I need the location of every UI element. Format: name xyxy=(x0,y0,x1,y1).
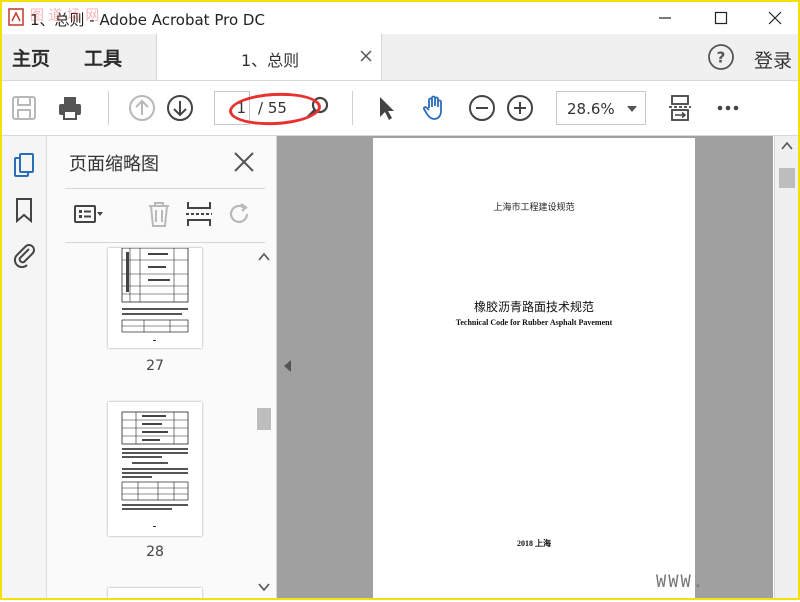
chevron-down-icon xyxy=(627,106,637,112)
page-thumbnail[interactable] xyxy=(108,588,202,598)
save-icon xyxy=(12,96,36,120)
toolbar-separator xyxy=(352,91,353,125)
rotate-page-icon[interactable] xyxy=(223,198,255,230)
arrow-up-icon xyxy=(129,95,155,121)
page-thumbnail-number: 27 xyxy=(146,358,164,374)
insert-page-icon[interactable] xyxy=(183,198,215,230)
hand-tool-button[interactable] xyxy=(418,92,450,124)
page-total: / 55 xyxy=(258,99,287,117)
save-button[interactable] xyxy=(8,92,40,124)
document-view[interactable]: 上海市工程建设规范 橡胶沥青路面技术规范 Technical Code for … xyxy=(277,136,773,598)
site-watermark-top: 图 道 场 网 xyxy=(30,8,100,24)
document-scrollbar-track xyxy=(779,141,795,188)
help-icon[interactable]: ? xyxy=(707,43,735,71)
arrow-down-icon xyxy=(167,95,193,121)
tab-document[interactable]: 1、总则 xyxy=(156,34,382,80)
print-button[interactable] xyxy=(54,92,86,124)
page-number-input[interactable] xyxy=(214,91,250,125)
zoom-in-icon xyxy=(507,95,533,121)
close-icon xyxy=(768,11,782,25)
minimize-icon xyxy=(659,17,671,19)
minimize-button[interactable] xyxy=(642,2,688,34)
login-button[interactable]: 登录 xyxy=(754,46,792,73)
page-thumbnail[interactable] xyxy=(108,247,202,348)
thumbnail-scrollbar[interactable] xyxy=(255,248,273,596)
more-tools-button[interactable] xyxy=(712,92,744,124)
document-scrollbar[interactable] xyxy=(774,136,799,598)
toolbar-separator xyxy=(108,91,109,125)
page-thumbnail-number: 28 xyxy=(146,544,164,560)
tab-home[interactable]: 主页 xyxy=(12,44,50,71)
zoom-in-button[interactable] xyxy=(504,92,536,124)
tab-tools[interactable]: 工具 xyxy=(84,44,122,71)
acrobat-app-icon xyxy=(8,8,24,26)
zoom-out-button[interactable] xyxy=(466,92,498,124)
bookmark-icon[interactable] xyxy=(10,196,38,224)
thumbnail-panel: 页面缩略图 27 28 xyxy=(47,136,277,598)
tab-bar: 主页 工具 1、总则 ? 登录 xyxy=(2,34,798,81)
print-icon xyxy=(59,97,81,120)
search-button[interactable] xyxy=(302,92,334,124)
hand-icon xyxy=(423,95,442,120)
fit-page-button[interactable] xyxy=(664,92,696,124)
more-options-icon xyxy=(717,105,739,111)
document-footer: 2018 上海 xyxy=(517,539,551,548)
navigation-rail xyxy=(2,136,47,598)
document-subtitle: Technical Code for Rubber Asphalt Paveme… xyxy=(455,318,613,327)
svg-text:?: ? xyxy=(717,49,726,67)
page-thumbnail-preview xyxy=(121,247,189,341)
zoom-level-value: 28.6% xyxy=(567,100,615,118)
title-bar: 图 道 场 网 1、总则 - Adobe Acrobat Pro DC xyxy=(2,2,798,34)
page-thumbnail[interactable] xyxy=(108,402,202,536)
cursor-arrow-icon xyxy=(380,97,394,120)
page-thumbnail-preview xyxy=(121,411,189,527)
page-thumbnails-icon[interactable] xyxy=(10,152,38,180)
zoom-out-icon xyxy=(469,95,495,121)
thumbnail-options-icon[interactable] xyxy=(73,198,105,230)
document-page: 上海市工程建设规范 橡胶沥青路面技术规范 Technical Code for … xyxy=(373,138,695,598)
next-page-button[interactable] xyxy=(164,92,196,124)
zoom-level-select[interactable]: 28.6% xyxy=(556,91,646,125)
close-window-button[interactable] xyxy=(752,2,798,34)
maximize-button[interactable] xyxy=(698,2,744,34)
site-watermark: WWW. xyxy=(656,572,705,592)
maximize-icon xyxy=(714,11,728,25)
document-title: 橡胶沥青路面技术规范 xyxy=(473,300,594,314)
collapse-panel-icon[interactable] xyxy=(284,360,291,372)
panel-divider xyxy=(65,188,265,189)
attachment-icon[interactable] xyxy=(10,240,38,268)
document-header: 上海市工程建设规范 xyxy=(493,203,575,213)
toolbar: / 55 28.6% xyxy=(2,81,798,136)
previous-page-button[interactable] xyxy=(126,92,158,124)
delete-page-icon[interactable] xyxy=(143,198,175,230)
panel-title: 页面缩略图 xyxy=(69,154,159,175)
close-panel-icon[interactable] xyxy=(233,151,255,173)
search-icon xyxy=(306,96,329,119)
close-tab-icon[interactable] xyxy=(359,49,373,63)
panel-divider xyxy=(65,242,265,243)
fit-page-icon xyxy=(669,95,691,121)
document-tab-label: 1、总则 xyxy=(241,51,300,70)
select-tool-button[interactable] xyxy=(370,92,402,124)
